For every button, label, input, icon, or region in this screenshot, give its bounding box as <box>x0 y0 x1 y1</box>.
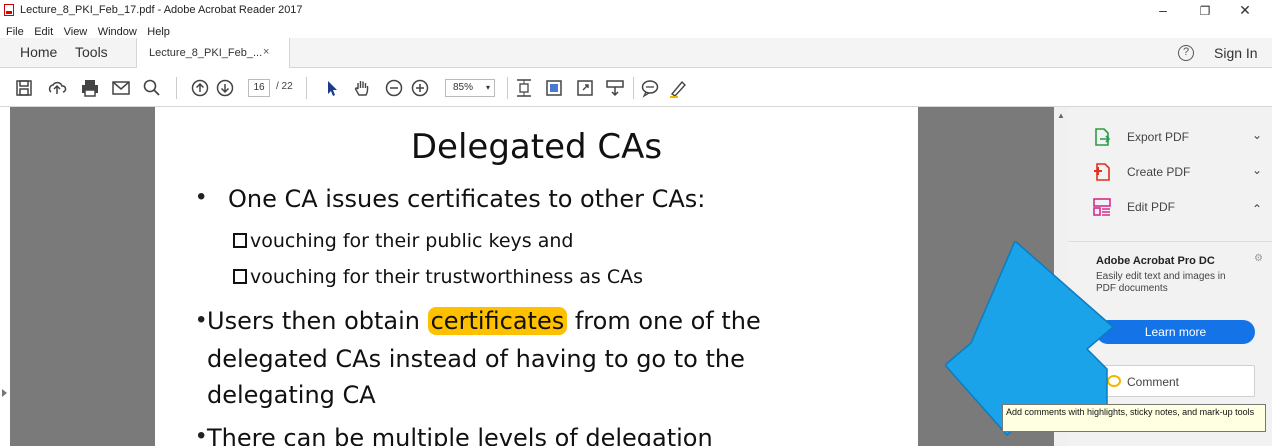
zoom-level-value: 85% <box>453 82 474 93</box>
expand-left-panel-icon[interactable] <box>2 389 7 397</box>
document-area[interactable]: Delegated CAs • One CA issues certificat… <box>0 107 1068 446</box>
hand-tool-icon[interactable] <box>352 78 372 98</box>
document-tab-label: Lecture_8_PKI_Feb_... <box>149 47 263 59</box>
tab-document[interactable]: Lecture_8_PKI_Feb_... × <box>136 38 290 68</box>
highlight-pen-icon[interactable] <box>668 78 688 98</box>
export-pdf-item[interactable]: Export PDF ⌄ <box>1068 122 1272 152</box>
bullet-dot: • <box>197 306 206 333</box>
comment-label: Comment <box>1127 375 1180 389</box>
page-total: / 22 <box>276 81 293 92</box>
bullet-2-line-3: delegating CA <box>207 381 376 409</box>
chevron-up-icon: ⌃ <box>1252 202 1263 216</box>
print-icon[interactable] <box>80 78 100 98</box>
comment-tooltip: Add comments with highlights, sticky not… <box>1002 404 1266 432</box>
select-cursor-icon[interactable] <box>322 78 342 98</box>
comment-icon[interactable] <box>640 78 660 98</box>
toolbar-divider <box>176 77 177 99</box>
fit-page-icon[interactable] <box>514 78 534 98</box>
bullet-2-line-2: delegated CAs instead of having to go to… <box>207 345 745 373</box>
toolbar: 16 / 22 85% ▾ <box>0 69 1272 107</box>
window-title: Lecture_8_PKI_Feb_17.pdf - Adobe Acrobat… <box>20 4 303 16</box>
export-pdf-icon <box>1092 127 1112 147</box>
next-page-icon[interactable] <box>215 78 235 98</box>
highlighted-word[interactable]: certificates <box>427 307 568 335</box>
page-number-input[interactable]: 16 <box>248 79 270 97</box>
create-pdf-item[interactable]: Create PDF ⌄ <box>1068 157 1272 187</box>
checkbox-bullet-icon <box>233 233 247 248</box>
scroll-mode-icon[interactable] <box>544 78 564 98</box>
edit-pdf-icon <box>1092 197 1112 217</box>
maximize-button[interactable]: ❐ <box>1190 4 1220 18</box>
bullet-1: One CA issues certificates to other CAs: <box>228 185 706 213</box>
toolbar-divider <box>633 77 634 99</box>
chevron-down-icon: ⌄ <box>1252 163 1263 177</box>
chevron-down-icon: ▾ <box>485 83 490 92</box>
scroll-up-icon[interactable]: ▲ <box>1057 111 1065 120</box>
close-tab-icon[interactable]: × <box>263 46 269 58</box>
zoom-in-icon[interactable] <box>410 78 430 98</box>
promo-text: Easily edit text and images in PDF docum… <box>1096 271 1226 294</box>
bullet-dot: • <box>197 183 206 210</box>
tab-tools[interactable]: Tools <box>75 44 108 60</box>
bullet-2-line-1: Users then obtain certificates from one … <box>207 307 761 335</box>
zoom-out-icon[interactable] <box>384 78 404 98</box>
search-icon[interactable] <box>142 78 162 98</box>
previous-page-icon[interactable] <box>190 78 210 98</box>
sub-bullet-1: vouching for their public keys and <box>233 230 573 252</box>
learn-more-button[interactable]: Learn more <box>1096 320 1255 344</box>
zoom-level-dropdown[interactable]: 85% ▾ <box>445 79 495 97</box>
help-icon[interactable]: ? <box>1178 45 1194 61</box>
pdf-page: Delegated CAs • One CA issues certificat… <box>155 107 918 446</box>
bullet-dot: • <box>197 422 206 446</box>
upload-cloud-icon[interactable] <box>47 78 67 98</box>
promo-badge-icon: ⚙ <box>1254 253 1263 264</box>
full-screen-icon[interactable] <box>575 78 595 98</box>
toolbar-divider <box>306 77 307 99</box>
read-mode-icon[interactable] <box>605 78 625 98</box>
sub-bullet-2: vouching for their trustworthiness as CA… <box>233 266 643 288</box>
slide-title: Delegated CAs <box>410 127 663 167</box>
comment-tool-button[interactable]: Comment <box>1096 365 1255 397</box>
chevron-down-icon: ⌄ <box>1252 128 1263 142</box>
tab-bar: Home Tools Lecture_8_PKI_Feb_... × ? Sig… <box>0 38 1272 68</box>
export-pdf-label: Export PDF <box>1127 130 1190 144</box>
sign-in-link[interactable]: Sign In <box>1214 45 1258 61</box>
pdf-file-icon <box>4 4 14 16</box>
create-pdf-label: Create PDF <box>1127 165 1191 179</box>
toolbar-divider <box>507 77 508 99</box>
save-icon[interactable] <box>14 78 34 98</box>
edit-pdf-label: Edit PDF <box>1127 200 1176 214</box>
tab-home[interactable]: Home <box>20 44 57 60</box>
minimize-button[interactable]: – <box>1148 2 1178 18</box>
create-pdf-icon <box>1092 162 1112 182</box>
bullet-3: There can be multiple levels of delegati… <box>207 424 713 446</box>
checkbox-bullet-icon <box>233 269 247 284</box>
title-bar: Lecture_8_PKI_Feb_17.pdf - Adobe Acrobat… <box>0 0 1272 22</box>
email-icon[interactable] <box>111 78 131 98</box>
close-button[interactable]: ✕ <box>1230 2 1260 19</box>
menu-bar: File Edit View Window Help <box>0 22 1272 38</box>
left-gutter <box>0 107 10 446</box>
edit-pdf-item[interactable]: Edit PDF ⌃ <box>1068 192 1272 222</box>
